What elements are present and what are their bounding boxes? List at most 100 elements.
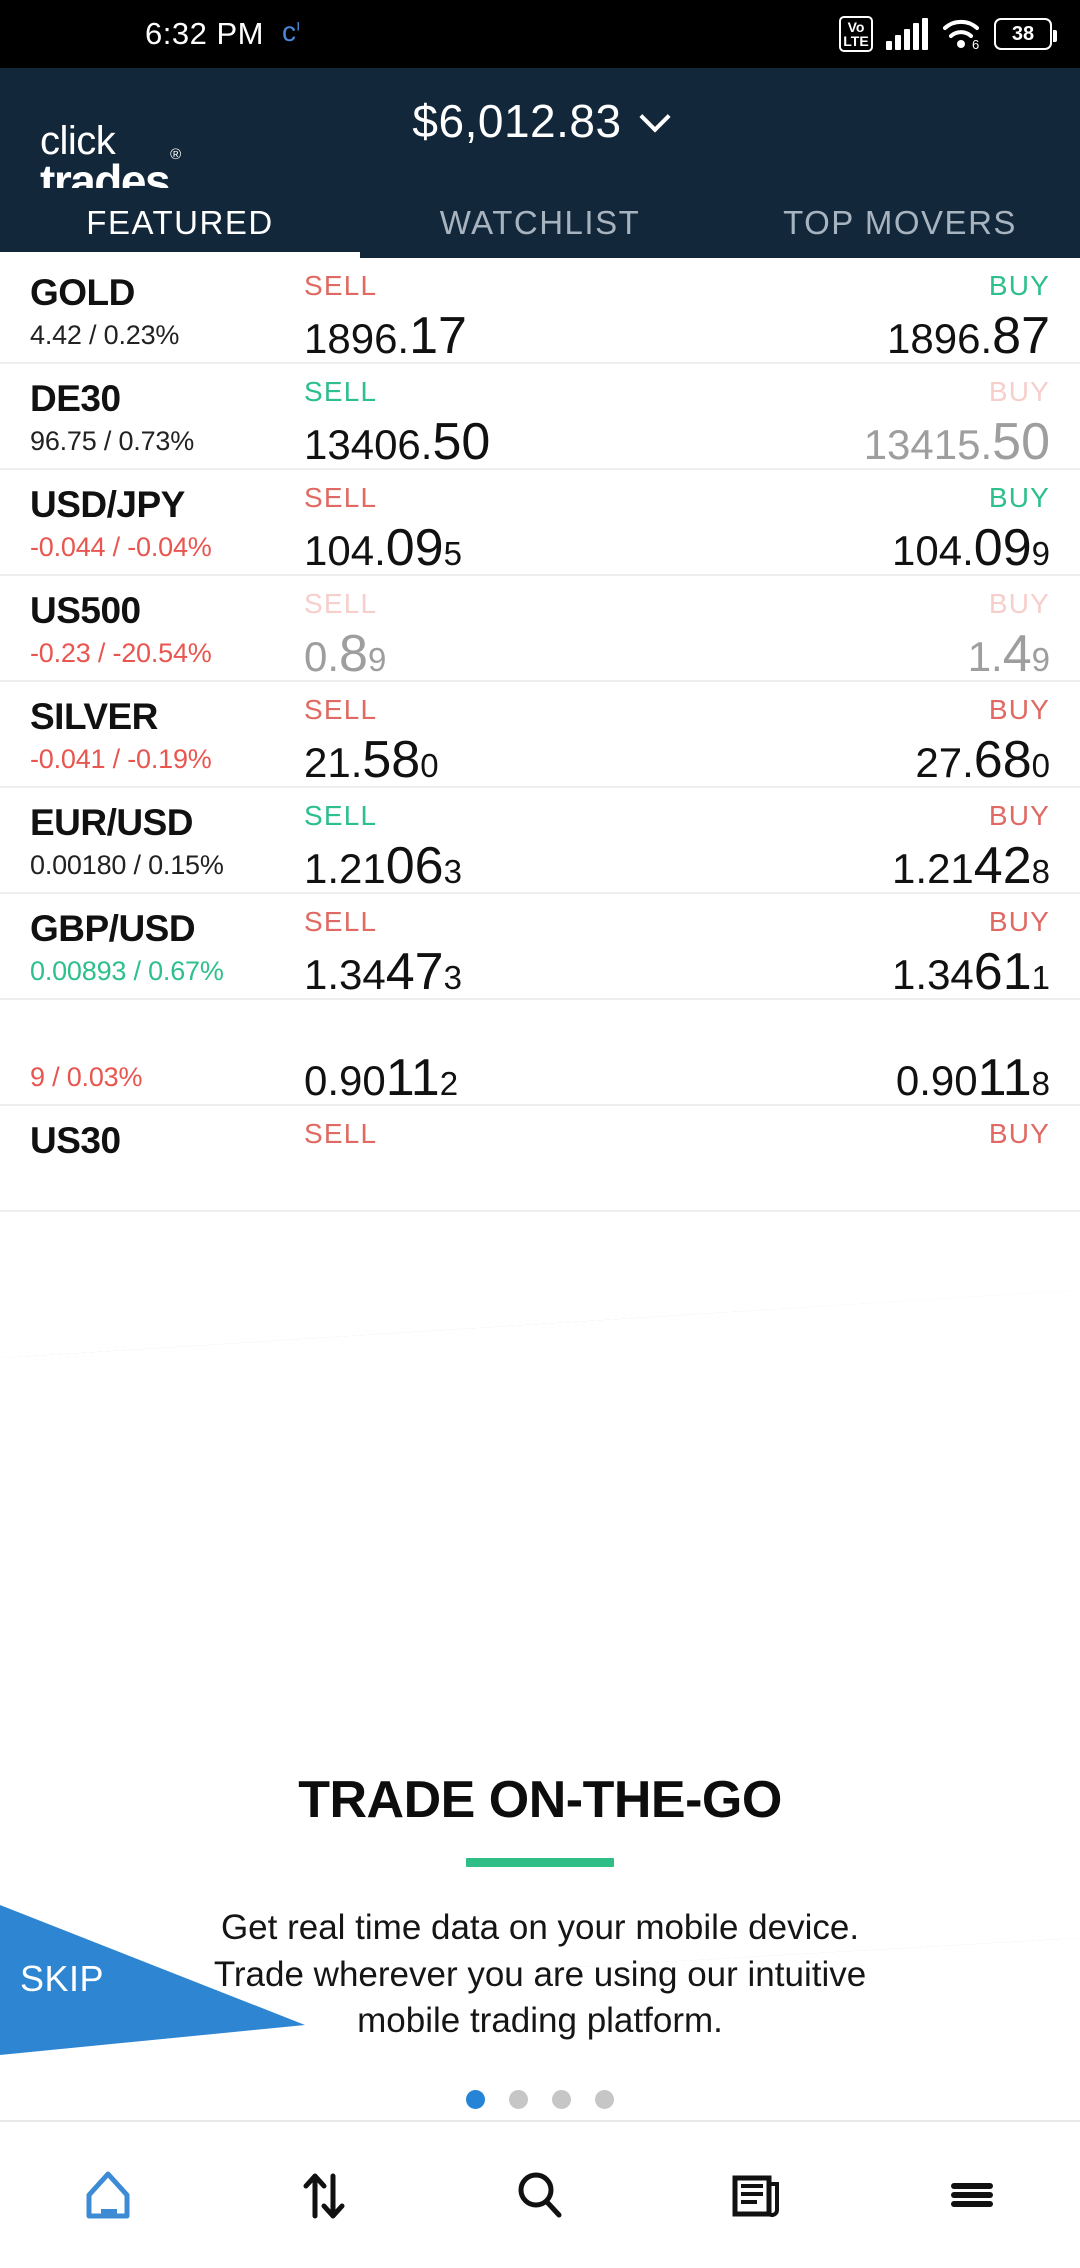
quote-sell-label[interactable]: SELL: [304, 588, 377, 620]
battery-icon: 38: [994, 18, 1057, 50]
skip-button-label: SKIP: [20, 1958, 105, 1999]
onboarding-body-line1: Get real time data on your mobile device…: [220, 1908, 860, 1947]
nav-news-button[interactable]: [648, 2164, 864, 2226]
quote-buy-label[interactable]: BUY: [989, 588, 1050, 620]
quote-symbol: US500: [30, 590, 141, 631]
quote-symbol: EUR/USD: [30, 802, 194, 843]
quote-row[interactable]: DE30 96.75 / 0.73% SELL BUY 13406.50 13415.50: [0, 364, 1080, 472]
svg-text:6: 6: [972, 37, 979, 51]
quote-sell-label[interactable]: SELL: [304, 270, 377, 302]
phone-screen: 6:32 PM cı Vo LTE 6 38 click trades® $6,…: [0, 0, 1080, 2268]
battery-percent-text: 38: [1011, 22, 1035, 45]
quote-row[interactable]: GBP/USD 0.00893 / 0.67% SELL BUY 1.34473 1.34…: [0, 894, 1080, 1002]
pagination-dot[interactable]: [595, 2090, 614, 2109]
quote-sell-price[interactable]: 0.89: [304, 624, 386, 684]
c-network-icon: cı: [281, 16, 301, 47]
quote-sell-label[interactable]: SELL: [304, 800, 377, 832]
nav-menu-button[interactable]: [864, 2164, 1080, 2226]
quote-buy-price[interactable]: 27.680: [915, 730, 1050, 790]
quote-row[interactable]: GOLD 4.42 / 0.23% SELL BUY 1896.17 1896.87: [0, 258, 1080, 366]
quote-sell-label[interactable]: SELL: [304, 1118, 377, 1150]
status-bar-icons: Vo LTE 6 38: [839, 16, 1057, 52]
nav-search-button[interactable]: [432, 2164, 648, 2226]
pagination-dot[interactable]: [552, 2090, 571, 2109]
tab-top-movers[interactable]: TOP MOVERS: [720, 204, 1080, 242]
bottom-navigation-bar: [0, 2120, 1080, 2268]
quote-symbol: SILVER: [30, 696, 158, 737]
quote-buy-price[interactable]: 0.90118: [896, 1048, 1050, 1108]
quote-sell-price[interactable]: 104.095: [304, 518, 462, 578]
quote-row[interactable]: US500 -0.23 / -20.54% SELL BUY 0.89 1.49: [0, 576, 1080, 684]
quote-buy-price[interactable]: 13415.50: [864, 412, 1050, 472]
quote-change: 96.75 / 0.73%: [30, 426, 195, 456]
quote-change: 4.42 / 0.23%: [30, 320, 180, 350]
quote-buy-price[interactable]: 104.099: [892, 518, 1050, 578]
quote-change: 9 / 0.03%: [30, 1062, 143, 1092]
quote-row[interactable]: SILVER -0.041 / -0.19% SELL BUY 21.580 27.680: [0, 682, 1080, 790]
quote-sell-label[interactable]: SELL: [304, 376, 377, 408]
pagination-dot[interactable]: [466, 2090, 485, 2109]
quote-symbol: DE30: [30, 378, 121, 419]
status-bar: 6:32 PM cı Vo LTE 6 38: [0, 0, 1080, 68]
quote-symbol: GBP/USD: [30, 908, 196, 949]
volte-top-text: Vo: [847, 19, 865, 35]
trade-arrows-icon: [303, 2173, 345, 2219]
logo-trademark: ®: [170, 145, 181, 163]
tab-featured[interactable]: FEATURED: [0, 204, 360, 242]
quote-sell-price[interactable]: 1.34473: [304, 942, 462, 1002]
quote-symbol: USD/JPY: [30, 484, 185, 525]
quote-sell-label[interactable]: SELL: [304, 906, 377, 938]
menu-icon: [951, 2183, 993, 2207]
quote-row[interactable]: USD/JPY -0.044 / -0.04% SELL BUY 104.095 104.…: [0, 470, 1080, 578]
quote-buy-label[interactable]: BUY: [989, 270, 1050, 302]
quote-change: 0.00180 / 0.15%: [30, 850, 224, 880]
quote-list[interactable]: GOLD 4.42 / 0.23% SELL BUY 1896.17 1896.87 DE3…: [0, 258, 1080, 1212]
quote-buy-label[interactable]: BUY: [989, 906, 1050, 938]
tab-watchlist[interactable]: WATCHLIST: [360, 204, 720, 242]
quote-buy-label[interactable]: BUY: [989, 694, 1050, 726]
quote-buy-price[interactable]: 1.21428: [892, 836, 1050, 896]
quote-change: -0.041 / -0.19%: [30, 744, 212, 774]
quote-buy-price[interactable]: 1.34611: [892, 942, 1050, 1002]
quote-row[interactable]: US30 SELL BUY: [0, 1106, 1080, 1212]
quote-sell-price[interactable]: 0.90112: [304, 1048, 458, 1108]
account-balance-value: $6,012.83: [412, 95, 622, 147]
search-icon: [518, 2172, 562, 2218]
tab-bar: FEATURED WATCHLIST TOP MOVERS: [0, 188, 1080, 258]
quote-buy-label[interactable]: BUY: [989, 376, 1050, 408]
quote-sell-price[interactable]: 13406.50: [304, 412, 490, 472]
quote-buy-price[interactable]: 1896.87: [887, 306, 1050, 366]
chevron-down-icon[interactable]: [642, 104, 668, 130]
account-balance-button[interactable]: $6,012.83: [0, 94, 1080, 148]
quote-symbol: GOLD: [30, 272, 135, 313]
onboarding-card: [0, 1290, 1080, 2000]
quote-change: 0.00893 / 0.67%: [30, 956, 224, 986]
quote-sell-label[interactable]: SELL: [304, 694, 377, 726]
nav-trade-button[interactable]: [216, 2164, 432, 2226]
pagination-dot[interactable]: [509, 2090, 528, 2109]
quote-buy-label[interactable]: BUY: [989, 1118, 1050, 1150]
onboarding-accent-rule: [466, 1858, 614, 1867]
volte-icon: Vo LTE: [839, 16, 873, 52]
quote-buy-label[interactable]: BUY: [989, 800, 1050, 832]
home-icon: [86, 2171, 130, 2219]
quote-row[interactable]: EUR/USD 0.00180 / 0.15% SELL BUY 1.21063 1.21…: [0, 788, 1080, 896]
quote-sell-price[interactable]: 1896.17: [304, 306, 467, 366]
quote-symbol: US30: [30, 1120, 121, 1161]
quote-change: -0.044 / -0.04%: [30, 532, 212, 562]
quote-buy-price[interactable]: 1.49: [968, 624, 1050, 684]
onboarding-pagination-dots[interactable]: [0, 2090, 1080, 2109]
quote-change: -0.23 / -20.54%: [30, 638, 212, 668]
quote-buy-label[interactable]: BUY: [989, 482, 1050, 514]
status-bar-clock: 6:32 PM: [145, 16, 264, 51]
cellular-signal-icon: [886, 18, 928, 50]
quote-sell-price[interactable]: 1.21063: [304, 836, 462, 896]
news-icon: [732, 2175, 779, 2217]
quote-sell-price[interactable]: 21.580: [304, 730, 439, 790]
quote-sell-label[interactable]: SELL: [304, 482, 377, 514]
onboarding-title: TRADE ON-THE-GO: [298, 1771, 782, 1829]
wifi-icon: 6: [941, 17, 981, 52]
quote-row[interactable]: 9 / 0.03% 0.90112 0.90118: [0, 1000, 1080, 1108]
volte-bottom-text: LTE: [843, 33, 869, 49]
nav-home-button[interactable]: [0, 2164, 216, 2226]
